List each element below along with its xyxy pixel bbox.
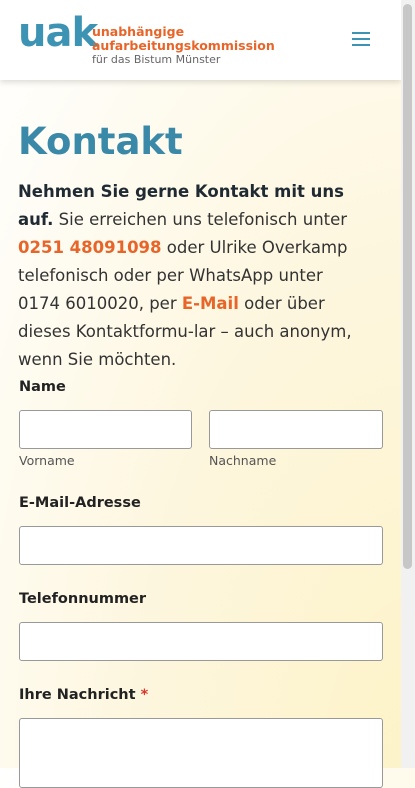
message-label: Ihre Nachricht * — [19, 687, 148, 703]
logo-text-line3: für das Bistum Münster — [92, 53, 221, 66]
phone-label: Telefonnummer — [19, 591, 147, 607]
last-name-input[interactable] — [209, 410, 383, 449]
intro-text-1: Sie erreichen uns telefonisch unter — [53, 210, 348, 229]
hamburger-menu-icon[interactable] — [352, 32, 370, 46]
intro-text: Nehmen Sie gerne Kontakt mit uns auf. Si… — [18, 178, 368, 374]
logo-text-line1: unabhängige — [92, 24, 185, 39]
site-header: uak unabhängige aufarbeitungskommission … — [0, 0, 401, 80]
name-label: Name — [19, 379, 66, 395]
email-label: E-Mail-Adresse — [19, 495, 141, 511]
logo-text-line2: aufarbeitungskommission — [92, 38, 275, 53]
message-label-text: Ihre Nachricht — [19, 687, 136, 703]
scrollbar-thumb[interactable] — [403, 4, 412, 569]
first-name-sublabel: Vorname — [19, 453, 75, 468]
email-input[interactable] — [19, 526, 383, 565]
phone-input[interactable] — [19, 622, 383, 661]
last-name-sublabel: Nachname — [209, 453, 277, 468]
first-name-input[interactable] — [19, 410, 192, 449]
page-title: Kontakt — [18, 120, 183, 163]
phone-link[interactable]: 0251 48091098 — [18, 238, 162, 257]
logo-mark[interactable]: uak — [18, 10, 98, 56]
message-textarea[interactable] — [19, 718, 383, 788]
required-marker: * — [140, 687, 149, 703]
email-link[interactable]: E-Mail — [182, 294, 239, 313]
